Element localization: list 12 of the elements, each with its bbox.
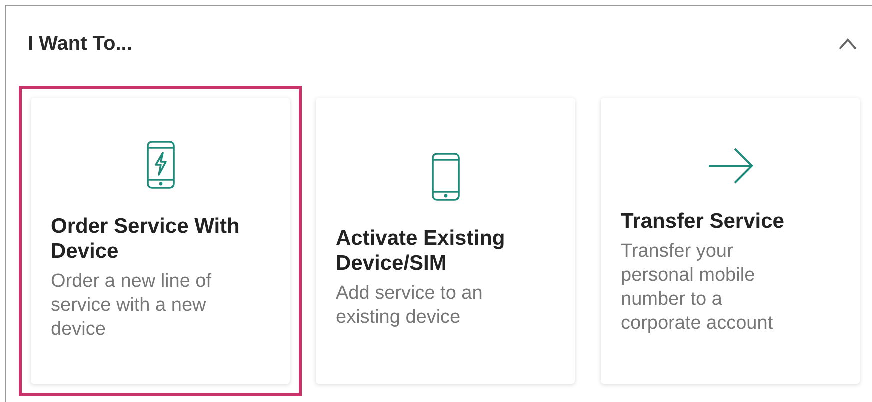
phone-bolt-icon: [146, 140, 176, 190]
panel-title: I Want To...: [28, 32, 132, 57]
option-card[interactable]: Order Service With Device Order a new line of service with a new device: [19, 86, 302, 396]
card-title: Transfer Service: [621, 208, 786, 234]
card-description: Transfer your personal mobile number to a corporate account: [621, 240, 774, 336]
phone-icon: [430, 152, 460, 202]
card-description: Order a new line of service with a new device: [51, 270, 213, 342]
card-description: Add service to an existing device: [336, 282, 484, 330]
card-title: Activate Existing Device/SIM: [336, 226, 506, 276]
arrow-right-icon: [706, 146, 754, 184]
collapse-chevron-icon[interactable]: [838, 38, 858, 50]
card-title: Order Service With Device: [51, 214, 241, 264]
